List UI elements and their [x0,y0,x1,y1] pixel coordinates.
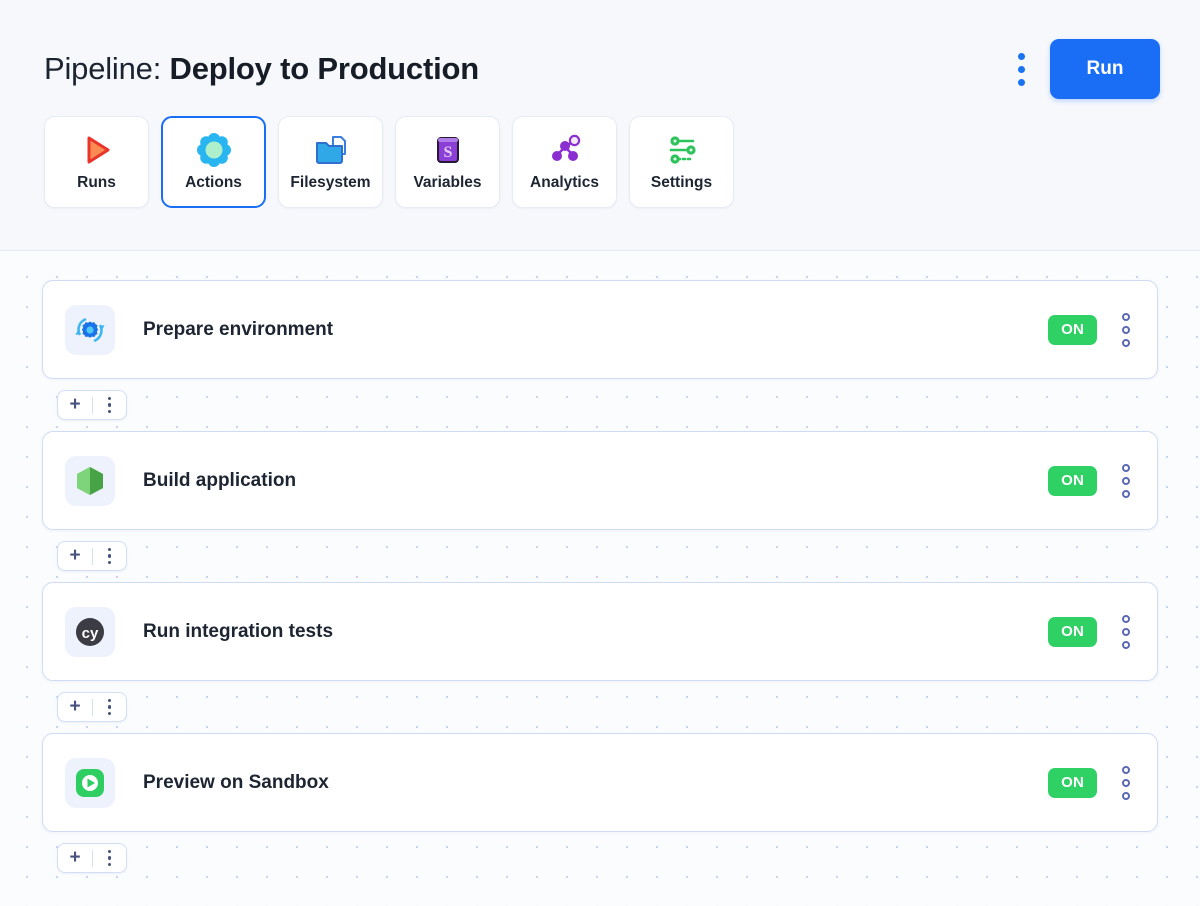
connector-options-menu-icon[interactable] [93,542,126,570]
action-options-menu-icon[interactable] [1113,609,1139,655]
action-list: Prepare environment ON + [0,251,1200,873]
add-action-button[interactable]: + [58,693,92,721]
tab-label: Filesystem [290,174,370,192]
action-title: Build application [143,470,1048,492]
kebab-dot [108,850,111,853]
connector-options-menu-icon[interactable] [93,391,126,419]
connector-options-menu-icon[interactable] [93,844,126,872]
variables-terminal-icon: S [431,133,465,167]
kebab-dot [1018,79,1025,86]
tab-runs[interactable]: Runs [44,116,149,208]
tab-actions[interactable]: Actions [161,116,266,208]
connector-after-preview-on-sandbox: + [57,843,127,873]
tab-label: Analytics [530,174,599,192]
add-action-button[interactable]: + [58,391,92,419]
kebab-dot [1018,53,1025,60]
tab-label: Settings [651,174,712,192]
runs-play-icon [80,133,114,167]
kebab-dot [1122,464,1130,472]
kebab-dot [108,705,111,708]
action-title: Run integration tests [143,621,1048,643]
action-card-run-integration-tests[interactable]: cy Run integration tests ON [42,582,1158,681]
action-card-build-application[interactable]: Build application ON [42,431,1158,530]
gear-sync-icon [65,305,115,355]
action-title: Preview on Sandbox [143,772,1048,794]
kebab-dot [1122,766,1130,774]
kebab-dot [108,403,111,406]
tab-filesystem[interactable]: Filesystem [278,116,383,208]
action-title: Prepare environment [143,319,1048,341]
pipeline-canvas: Prepare environment ON + [0,251,1200,906]
kebab-dot [1122,313,1130,321]
kebab-dot [1122,628,1130,636]
action-toggle-status[interactable]: ON [1048,617,1097,647]
kebab-dot [1018,66,1025,73]
kebab-dot [108,699,111,702]
page-title-prefix: Pipeline: [44,51,170,86]
page-title-pipeline-name: Deploy to Production [170,51,479,86]
kebab-dot [108,561,111,564]
svg-text:S: S [443,144,452,161]
tab-label: Variables [413,174,481,192]
action-toggle-status[interactable]: ON [1048,315,1097,345]
filesystem-folder-icon [314,133,348,167]
play-square-icon [65,758,115,808]
pipeline-options-menu-icon[interactable] [1006,47,1036,91]
kebab-dot [1122,615,1130,623]
nodejs-hex-icon [65,456,115,506]
tab-variables[interactable]: S Variables [395,116,500,208]
run-button[interactable]: Run [1050,39,1160,99]
kebab-dot [1122,477,1130,485]
page-title: Pipeline: Deploy to Production [44,51,479,87]
kebab-dot [108,856,111,859]
action-options-menu-icon[interactable] [1113,307,1139,353]
add-action-button[interactable]: + [58,844,92,872]
kebab-dot [108,554,111,557]
kebab-dot [108,397,111,400]
actions-gear-icon [197,133,231,167]
kebab-dot [1122,490,1130,498]
settings-sliders-icon [665,133,699,167]
header-top-bar: Pipeline: Deploy to Production Run [0,0,1200,108]
connector-after-run-integration-tests: + [57,692,127,722]
cypress-cy-icon: cy [65,607,115,657]
svg-text:cy: cy [82,625,99,642]
kebab-dot [108,863,111,866]
kebab-dot [108,548,111,551]
action-options-menu-icon[interactable] [1113,760,1139,806]
tab-label: Runs [77,174,116,192]
connector-after-prepare-environment: + [57,390,127,420]
page-header: Pipeline: Deploy to Production Run Runs [0,0,1200,251]
tab-label: Actions [185,174,242,192]
connector-after-build-application: + [57,541,127,571]
kebab-dot [1122,641,1130,649]
add-action-button[interactable]: + [58,542,92,570]
kebab-dot [1122,779,1130,787]
tab-bar: Runs Actions [0,108,1200,208]
tab-settings[interactable]: Settings [629,116,734,208]
connector-options-menu-icon[interactable] [93,693,126,721]
kebab-dot [1122,792,1130,800]
kebab-dot [108,410,111,413]
kebab-dot [1122,339,1130,347]
analytics-graph-icon [548,133,582,167]
action-options-menu-icon[interactable] [1113,458,1139,504]
kebab-dot [1122,326,1130,334]
kebab-dot [108,712,111,715]
action-card-preview-on-sandbox[interactable]: Preview on Sandbox ON [42,733,1158,832]
action-toggle-status[interactable]: ON [1048,768,1097,798]
action-toggle-status[interactable]: ON [1048,466,1097,496]
tab-analytics[interactable]: Analytics [512,116,617,208]
action-card-prepare-environment[interactable]: Prepare environment ON [42,280,1158,379]
